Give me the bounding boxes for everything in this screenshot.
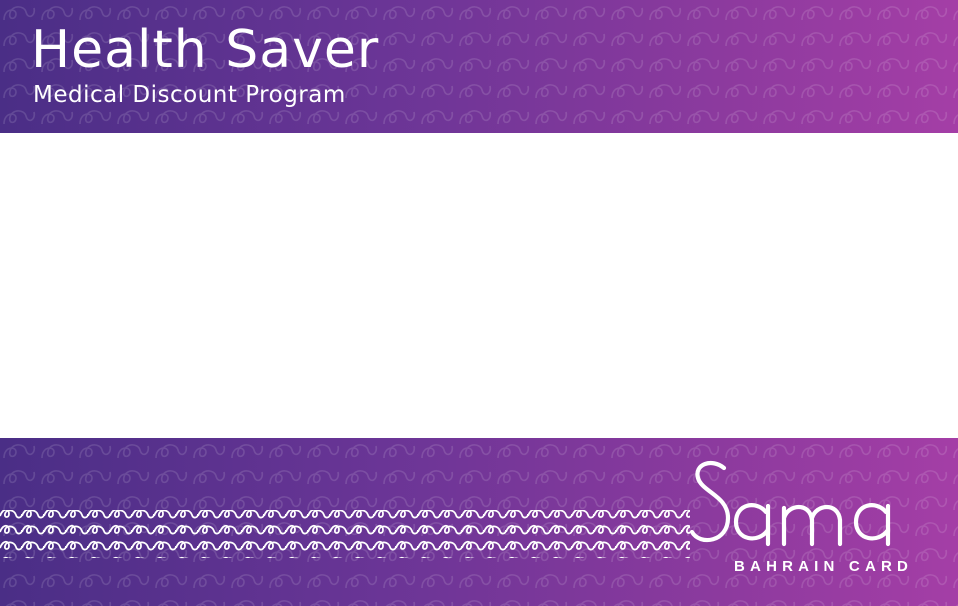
card-body (0, 133, 958, 438)
footer-band: BAHRAIN CARD (0, 438, 958, 606)
brand-tagline: BAHRAIN CARD (734, 558, 914, 575)
card-title: Health Saver (31, 20, 380, 80)
sama-logo (689, 460, 891, 547)
header-band: Health Saver Medical Discount Program (0, 0, 958, 133)
card-subtitle: Medical Discount Program (33, 82, 346, 108)
wave-pattern-icon (0, 510, 690, 558)
